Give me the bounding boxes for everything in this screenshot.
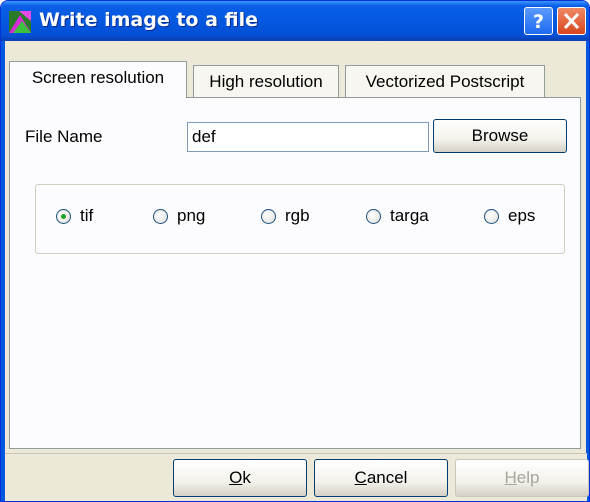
ok-label: k <box>242 468 251 487</box>
close-icon <box>563 12 580 30</box>
cancel-button[interactable]: Cancel <box>314 459 448 497</box>
radio-circle <box>153 209 168 224</box>
file-name-label: File Name <box>25 127 103 146</box>
browse-button[interactable]: Browse <box>433 119 567 153</box>
radio-circle <box>484 209 499 224</box>
dialog-window: Write image to a file ? Screen resolutio… <box>0 0 590 502</box>
radio-selected-dot <box>61 214 66 219</box>
radio-circle <box>261 209 276 224</box>
window-title: Write image to a file <box>39 9 258 31</box>
help-label: elp <box>516 468 540 487</box>
app-icon <box>9 11 31 33</box>
ok-button[interactable]: Ok <box>173 459 307 497</box>
svg-text:?: ? <box>533 11 544 33</box>
radio-circle <box>366 209 381 224</box>
window-frame-right <box>586 41 589 501</box>
radio-label: rgb <box>285 206 310 225</box>
file-name-input[interactable]: def <box>187 122 429 152</box>
question-icon: ? <box>533 11 544 33</box>
tab-high-resolution[interactable]: High resolution <box>193 65 339 97</box>
radio-label: targa <box>390 206 429 225</box>
radio-label: png <box>177 206 206 225</box>
help-title-button[interactable]: ? <box>524 7 553 35</box>
radio-label: tif <box>80 206 94 225</box>
help-button[interactable]: Help <box>455 459 589 497</box>
tab-screen-resolution[interactable]: Screen resolution <box>9 61 187 98</box>
cancel-mnemonic: C <box>354 468 367 487</box>
tab-vectorized-postscript[interactable]: Vectorized Postscript <box>345 65 545 97</box>
cancel-label: ancel <box>366 468 408 487</box>
help-mnemonic: H <box>504 468 517 487</box>
title-bar[interactable]: Write image to a file ? <box>1 1 589 41</box>
window-frame-left <box>1 41 5 501</box>
radio-label: eps <box>508 206 536 225</box>
close-button[interactable] <box>557 7 586 35</box>
ok-mnemonic: O <box>229 468 243 487</box>
radio-circle <box>56 209 71 224</box>
